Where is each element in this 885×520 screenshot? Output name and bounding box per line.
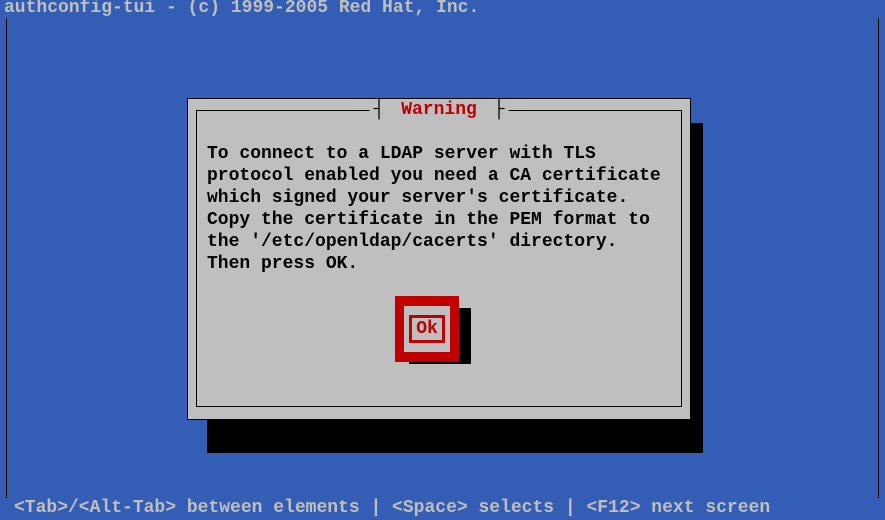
ok-button-inner: Ok (409, 315, 445, 343)
footer-hints: <Tab>/<Alt-Tab> between elements | <Spac… (0, 498, 885, 520)
ok-button-mid: Ok (404, 306, 450, 352)
app-title: authconfig-tui - (c) 1999-2005 Red Hat, … (4, 0, 479, 18)
ok-button[interactable]: Ok (395, 296, 459, 362)
dialog-title: Warning (395, 100, 483, 120)
title-pipe-left: ┤ (374, 100, 385, 120)
dialog-title-wrap: ┤ Warning ├ (370, 100, 509, 121)
main-frame: ┤ Warning ├ To connect to a LDAP server … (6, 18, 879, 498)
ok-button-label: Ok (416, 319, 438, 339)
title-pipe-right: ├ (494, 100, 505, 120)
warning-dialog: ┤ Warning ├ To connect to a LDAP server … (187, 98, 691, 420)
dialog-message: To connect to a LDAP server with TLS pro… (207, 143, 671, 275)
footer-hint-text: <Tab>/<Alt-Tab> between elements | <Spac… (14, 498, 770, 518)
app-header: authconfig-tui - (c) 1999-2005 Red Hat, … (0, 0, 885, 16)
